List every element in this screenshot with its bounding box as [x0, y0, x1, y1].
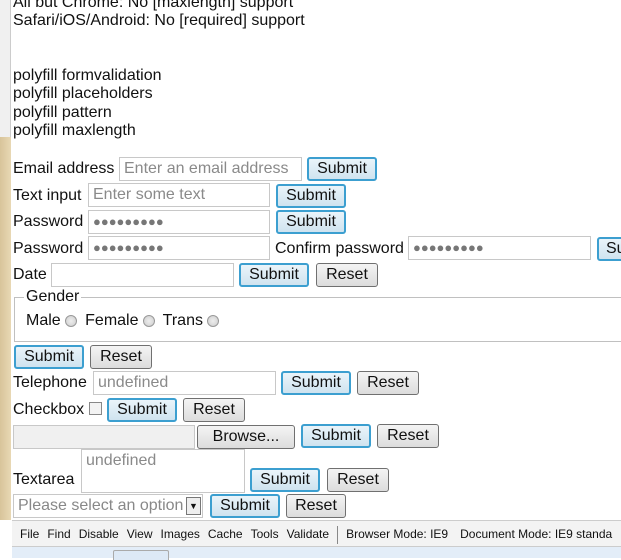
password-submit-button[interactable]: Submit [276, 210, 346, 234]
gender-legend: Gender [24, 288, 82, 306]
checkbox-label: Checkbox [13, 401, 85, 418]
password-input[interactable]: ●●●●●●●●● [88, 210, 270, 234]
menu-find[interactable]: Find [47, 527, 70, 541]
select-submit-button[interactable]: Submit [210, 494, 280, 518]
textarea-input[interactable]: undefined [81, 449, 245, 493]
password-label: Password [13, 213, 84, 230]
polyfill-maxlength: polyfill maxlength [13, 122, 136, 139]
file-submit-button[interactable]: Submit [301, 424, 371, 448]
male-label: Male [26, 312, 61, 329]
textarea-reset-button[interactable]: Reset [327, 468, 389, 492]
file-reset-button[interactable]: Reset [377, 424, 439, 448]
confirm-password-input[interactable]: ●●●●●●●●● [408, 236, 591, 260]
checkbox-submit-button[interactable]: Submit [107, 398, 177, 422]
textarea-submit-button[interactable]: Submit [250, 468, 320, 492]
gender-options: Male Female Trans [26, 312, 223, 330]
menu-tools[interactable]: Tools [251, 527, 279, 541]
gender-submit-button[interactable]: Submit [14, 345, 84, 369]
browse-button[interactable]: Browse... [197, 425, 295, 449]
menu-file[interactable]: File [20, 527, 39, 541]
menu-cache[interactable]: Cache [208, 527, 243, 541]
date-input[interactable] [51, 263, 234, 287]
male-radio[interactable] [64, 314, 77, 327]
checkbox-input[interactable] [89, 402, 102, 415]
file-path-input[interactable] [13, 425, 195, 449]
telephone-label: Telephone [13, 374, 87, 391]
telephone-reset-button[interactable]: Reset [357, 371, 419, 395]
menu-images[interactable]: Images [161, 527, 200, 541]
desktop-background [0, 137, 11, 520]
text-label: Text input [13, 187, 82, 204]
female-label: Female [85, 312, 139, 329]
female-radio[interactable] [142, 314, 155, 327]
checkbox-reset-button[interactable]: Reset [183, 398, 245, 422]
option-select[interactable]: Please select an option [13, 494, 203, 518]
password2-input[interactable]: ●●●●●●●●● [88, 236, 270, 260]
telephone-input[interactable]: undefined [93, 371, 276, 395]
devtools-tab[interactable] [113, 550, 169, 560]
devtools-toolbar: File Find Disable View Images Cache Tools Valid… [12, 520, 621, 547]
confirm-password-label: Confirm password [275, 240, 404, 257]
text-input[interactable]: Enter some text [88, 183, 270, 207]
menu-validate[interactable]: Validate [287, 527, 329, 541]
textarea-label: Textarea [13, 471, 75, 488]
menu-view[interactable]: View [127, 527, 153, 541]
trans-label: Trans [162, 312, 203, 329]
confirm-submit-button[interactable]: Su [597, 237, 621, 261]
date-submit-button[interactable]: Submit [239, 263, 309, 287]
chevron-down-icon[interactable]: ▼ [186, 497, 201, 515]
menu-disable[interactable]: Disable [79, 527, 119, 541]
email-input[interactable]: Enter an email address [119, 157, 302, 181]
text-submit-button[interactable]: Submit [276, 184, 346, 208]
date-reset-button[interactable]: Reset [316, 263, 378, 287]
email-submit-button[interactable]: Submit [307, 157, 377, 181]
devtools-panel [12, 547, 621, 558]
date-label: Date [13, 266, 47, 283]
browser-mode[interactable]: Browser Mode: IE9 [346, 527, 448, 541]
note-maxlength: All but Chrome: No [maxlength] support [13, 0, 294, 11]
note-required: Safari/iOS/Android: No [required] suppor… [13, 12, 305, 29]
polyfill-pattern: polyfill pattern [13, 104, 112, 121]
polyfill-placeholders: polyfill placeholders [13, 85, 153, 102]
select-reset-button[interactable]: Reset [286, 494, 346, 518]
gender-reset-button[interactable]: Reset [90, 345, 152, 369]
polyfill-formvalidation: polyfill formvalidation [13, 67, 162, 84]
email-label: Email address [13, 160, 115, 177]
telephone-submit-button[interactable]: Submit [281, 371, 351, 395]
divider [337, 525, 339, 544]
password2-label: Password [13, 240, 84, 257]
trans-radio[interactable] [206, 314, 219, 327]
document-mode[interactable]: Document Mode: IE9 standa [460, 527, 612, 541]
